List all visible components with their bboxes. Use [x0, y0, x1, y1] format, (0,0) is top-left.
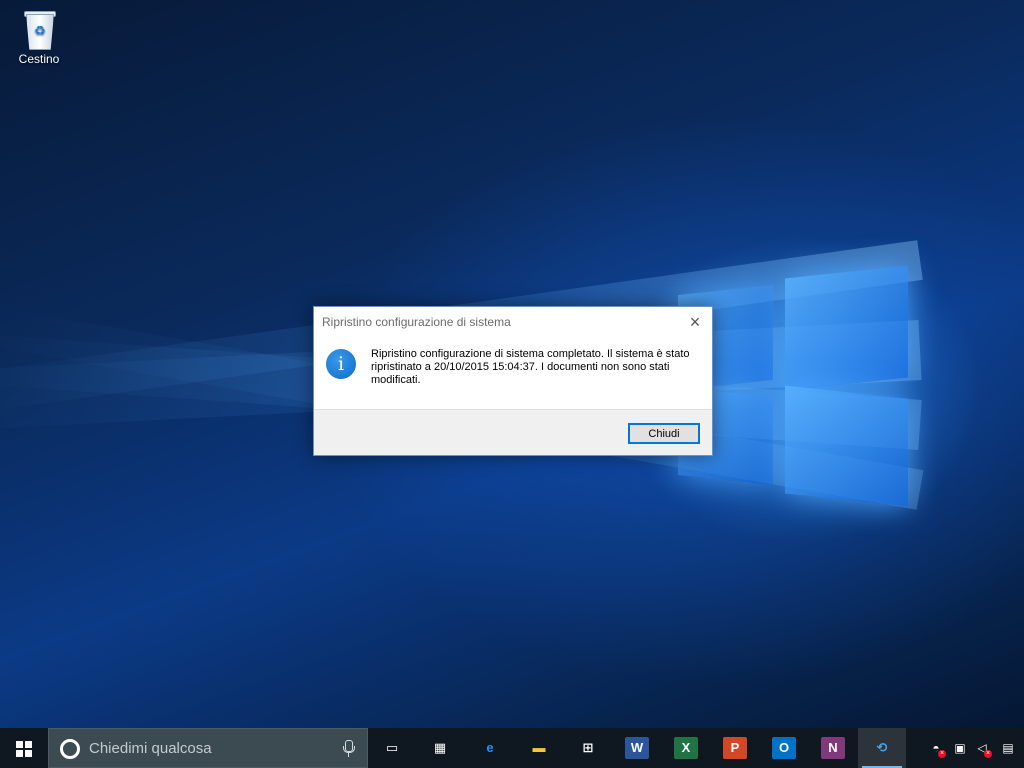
windows-logo-pane: [785, 265, 908, 391]
taskbar-edge[interactable]: e: [466, 728, 514, 768]
taskbar-file-explorer[interactable]: ▬: [515, 728, 563, 768]
taskbar-system-restore[interactable]: ⟲: [858, 728, 906, 768]
dialog-title: Ripristino configurazione di sistema: [322, 315, 511, 329]
cortana-icon: [60, 739, 80, 759]
volume-icon[interactable]: ◁ ×: [974, 740, 992, 758]
taskbar-excel[interactable]: X: [662, 728, 710, 768]
word-icon: W: [625, 737, 649, 759]
action-center-icon[interactable]: ▤: [1000, 740, 1016, 756]
taskbar-powerpoint[interactable]: P: [711, 728, 759, 768]
store-icon: ⊞: [582, 740, 594, 755]
system-tray: ◓ × ▣ ◁ × ▤: [924, 728, 1024, 768]
taskbar-store[interactable]: ⊞: [564, 728, 612, 768]
microphone-icon[interactable]: [343, 740, 355, 758]
taskbar-onenote[interactable]: N: [809, 728, 857, 768]
start-button[interactable]: [0, 728, 48, 768]
windows-logo-pane: [785, 385, 908, 507]
outlook-icon: O: [772, 737, 796, 759]
desktop-background: ♻ Cestino Ripristino configurazione di s…: [0, 0, 1024, 728]
desktop-icon-recycle-bin[interactable]: ♻ Cestino: [10, 8, 68, 66]
windows-store-tiles-icon: ▦: [433, 740, 447, 755]
info-icon: i: [326, 349, 356, 379]
search-box[interactable]: Chiedimi qualcosa: [48, 728, 368, 768]
recycle-bin-icon: ♻: [22, 8, 56, 50]
taskbar: Chiedimi qualcosa ▭ ▦ e ▬ ⊞ W X P O N ⟲ ◓ × ▣ ◁ × ▤: [0, 728, 1024, 768]
file-explorer-icon: ▬: [532, 740, 546, 755]
system-restore-icon: ⟲: [876, 740, 888, 755]
security-alert-icon[interactable]: ◓ ×: [928, 740, 946, 758]
dialog-message: Ripristino configurazione di sistema com…: [371, 348, 690, 386]
taskbar-word[interactable]: W: [613, 728, 661, 768]
system-restore-dialog: Ripristino configurazione di sistema × i…: [313, 306, 713, 456]
onenote-icon: N: [821, 737, 845, 759]
excel-icon: X: [674, 737, 698, 759]
close-button[interactable]: Chiudi: [628, 423, 700, 444]
close-icon[interactable]: ×: [684, 311, 706, 333]
dialog-footer: Chiudi: [314, 409, 712, 455]
search-placeholder: Chiedimi qualcosa: [89, 740, 212, 757]
taskbar-windows-store-tiles[interactable]: ▦: [416, 728, 464, 768]
desktop-icon-label: Cestino: [18, 52, 60, 66]
network-icon[interactable]: ▣: [952, 740, 968, 756]
edge-icon: e: [486, 740, 494, 755]
task-view-icon: ▭: [385, 740, 399, 755]
taskbar-task-view[interactable]: ▭: [368, 728, 416, 768]
taskbar-outlook[interactable]: O: [760, 728, 808, 768]
powerpoint-icon: P: [723, 737, 747, 759]
